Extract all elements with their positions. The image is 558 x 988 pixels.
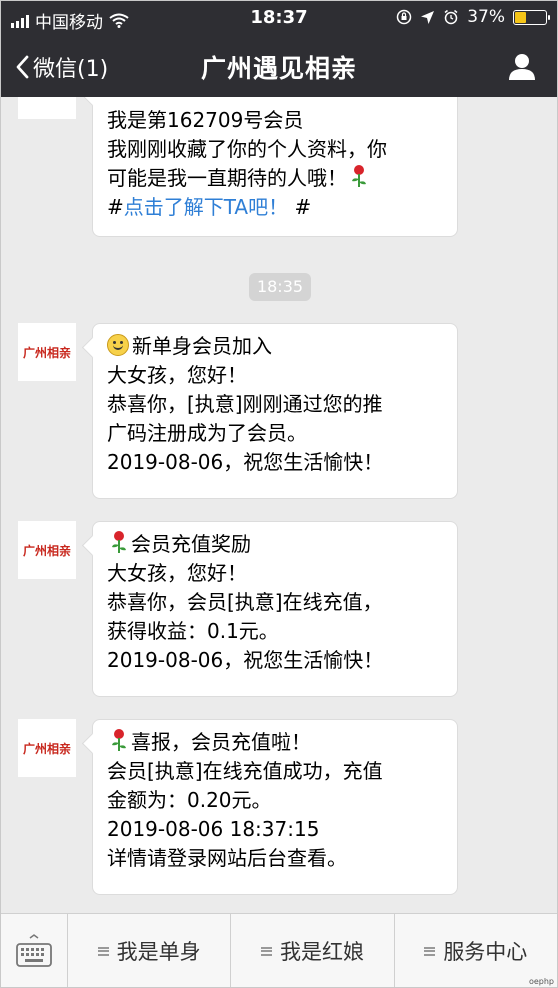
message-line: 会员充值奖励: [131, 532, 251, 556]
message-line: 获得收益：0.1元。: [107, 619, 279, 643]
avatar[interactable]: 广州相亲: [18, 323, 76, 381]
message-line: 我是第162709号会员: [107, 108, 304, 132]
message-line: 会员[执意]在线充值成功，充值: [107, 759, 383, 783]
message-line: 恭喜你，会员[执意]在线充值，: [107, 590, 383, 614]
menu-label: 我是红娘: [279, 940, 364, 964]
nav-bar: 微信(1) 广州遇见相亲: [1, 39, 557, 95]
top-bar: 中国移动 18:37 37% 微信(1) 广州遇见相亲: [1, 1, 557, 97]
message-bubble: 新单身会员加入 大女孩，您好！ 恭喜你，[执意]刚刚通过您的推 广码注册成为了会…: [92, 323, 458, 499]
message-line: 可能是我一直期待的人哦！: [107, 166, 347, 190]
bottom-menu: 我是单身 我是红娘 服务中心: [1, 913, 557, 987]
menu-list-icon: [97, 946, 109, 956]
message-bubble: 我是第162709号会员 我刚刚收藏了你的个人资料，你 可能是我一直期待的人哦！…: [92, 97, 458, 237]
person-icon[interactable]: [507, 51, 537, 81]
menu-list-icon: [424, 946, 436, 956]
message-line: 大女孩，您好！: [107, 561, 247, 585]
rose-icon: [352, 165, 366, 187]
message-bubble: 喜报，会员充值啦！ 会员[执意]在线充值成功，充值 金额为：0.20元。 201…: [92, 719, 458, 895]
rotation-lock-icon: [396, 9, 412, 25]
message-line: 2019-08-06 18:37:15: [107, 817, 320, 841]
status-right: 37%: [396, 7, 550, 27]
menu-single[interactable]: 我是单身: [68, 914, 232, 987]
watermark: oephp: [528, 977, 554, 986]
avatar[interactable]: 广州相亲: [18, 97, 76, 119]
message-line: 详情请登录网站后台查看。: [107, 846, 347, 870]
menu-label: 我是单身: [116, 940, 201, 964]
keyboard-icon: [16, 934, 52, 967]
view-profile-link[interactable]: 点击了解下TA吧！: [124, 195, 288, 219]
message-line: 喜报，会员充值啦！: [131, 730, 311, 754]
message-line: 2019-08-06，祝您生活愉快！: [107, 648, 384, 672]
menu-matchmaker[interactable]: 我是红娘: [231, 914, 395, 987]
smiley-icon: [107, 334, 129, 356]
hash-prefix: #: [107, 195, 124, 219]
keyboard-toggle[interactable]: [1, 914, 68, 987]
battery-percent: 37%: [467, 7, 505, 27]
message-line: 金额为：0.20元。: [107, 788, 272, 812]
menu-label: 服务中心: [443, 940, 528, 964]
message-line: 我刚刚收藏了你的个人资料，你: [107, 137, 387, 161]
avatar[interactable]: 广州相亲: [18, 521, 76, 579]
rose-icon: [112, 729, 126, 751]
message-line: 恭喜你，[执意]刚刚通过您的推: [107, 392, 383, 416]
phone-screen: 中国移动 18:37 37% 微信(1) 广州遇见相亲 我是第162709号会员…: [0, 0, 558, 988]
message-line: 广码注册成为了会员。: [107, 421, 307, 445]
battery-icon: [513, 9, 550, 25]
message-line: 大女孩，您好！: [107, 363, 247, 387]
rose-icon: [112, 531, 126, 553]
message-line: 新单身会员加入: [132, 334, 272, 358]
location-icon: [421, 10, 435, 24]
chat-area[interactable]: 广州相亲 我是第162709号会员 我刚刚收藏了你的个人资料，你 可能是我一直期…: [1, 97, 557, 913]
timestamp: 18:35: [249, 273, 311, 301]
hash-suffix: #: [288, 195, 312, 219]
alarm-icon: [444, 9, 458, 25]
avatar[interactable]: 广州相亲: [18, 719, 76, 777]
chat-title: 广州遇见相亲: [200, 54, 357, 83]
message-bubble: 会员充值奖励 大女孩，您好！ 恭喜你，会员[执意]在线充值， 获得收益：0.1元…: [92, 521, 458, 697]
menu-list-icon: [260, 946, 272, 956]
status-bar: 中国移动 18:37 37%: [1, 1, 557, 37]
message-line: 2019-08-06，祝您生活愉快！: [107, 450, 384, 474]
